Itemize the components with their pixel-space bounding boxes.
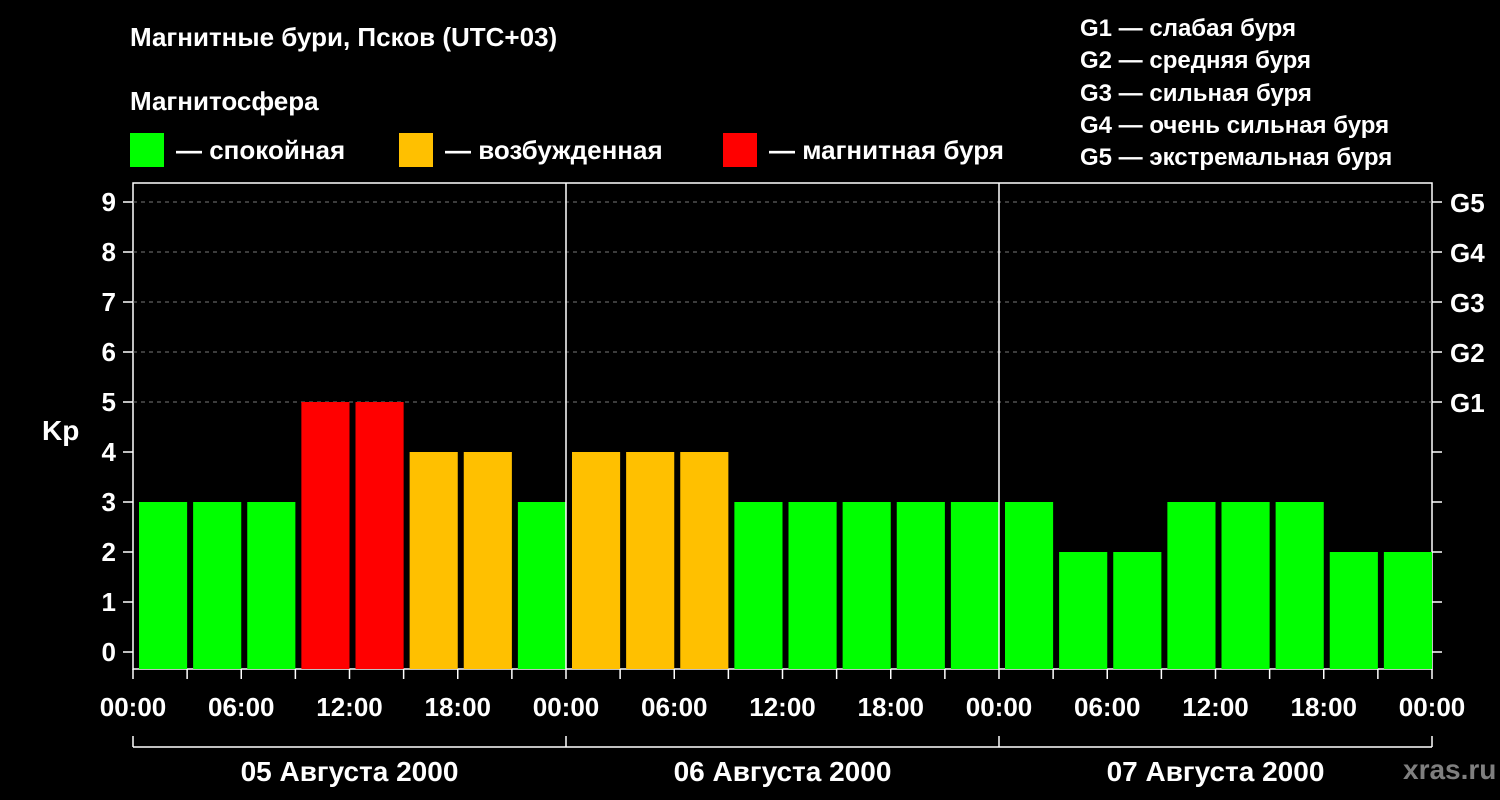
kp-bar: [1059, 552, 1108, 669]
kp-bar: [517, 502, 566, 669]
g-scale-label: G1: [1450, 388, 1485, 418]
x-tick-label: 00:00: [966, 692, 1033, 722]
x-tick-label: 12:00: [749, 692, 816, 722]
g-scale-label: G5: [1450, 188, 1485, 218]
y-tick-label: 2: [102, 537, 116, 567]
g-scale-label: G2: [1450, 338, 1485, 368]
y-tick-label: 7: [102, 287, 116, 317]
x-tick-label: 06:00: [1074, 692, 1141, 722]
kp-bar: [193, 502, 242, 669]
kp-bar: [409, 452, 458, 669]
kp-bar: [247, 502, 296, 669]
kp-bar: [626, 452, 675, 669]
x-tick-label: 00:00: [533, 692, 600, 722]
y-tick-label: 8: [102, 237, 116, 267]
x-tick-label: 18:00: [425, 692, 492, 722]
g-scale-label: G3: [1450, 288, 1485, 318]
kp-bar: [1005, 502, 1054, 669]
kp-bar: [301, 402, 350, 669]
day-label: 05 Августа 2000: [241, 756, 459, 787]
day-label: 07 Августа 2000: [1107, 756, 1325, 787]
x-tick-label: 00:00: [100, 692, 167, 722]
x-tick-label: 06:00: [641, 692, 708, 722]
g-scale-label: G4: [1450, 238, 1485, 268]
x-tick-label: 18:00: [1291, 692, 1358, 722]
kp-bar: [1275, 502, 1324, 669]
kp-bar: [355, 402, 404, 669]
kp-bar: [1167, 502, 1216, 669]
day-label: 06 Августа 2000: [674, 756, 892, 787]
kp-bar: [1113, 552, 1162, 669]
kp-bar: [680, 452, 729, 669]
kp-bar: [1329, 552, 1378, 669]
y-tick-label: 0: [102, 637, 116, 667]
kp-bar: [1383, 552, 1432, 669]
x-tick-label: 12:00: [1182, 692, 1249, 722]
y-axis-label: Kp: [42, 415, 79, 446]
kp-bar: [572, 452, 621, 669]
x-tick-label: 06:00: [208, 692, 275, 722]
x-tick-label: 12:00: [316, 692, 383, 722]
site-credit: xras.ru: [1403, 754, 1497, 785]
y-tick-label: 1: [102, 587, 116, 617]
y-tick-label: 5: [102, 387, 116, 417]
kp-bar: [463, 452, 512, 669]
kp-bar: [788, 502, 837, 669]
kp-bar: [896, 502, 945, 669]
y-tick-label: 9: [102, 187, 116, 217]
kp-bar: [139, 502, 188, 669]
kp-bar: [950, 502, 999, 669]
kp-bar: [1221, 502, 1270, 669]
kp-bar: [842, 502, 891, 669]
kp-chart: 0 1 2 3 4 5 6 7 8 9 G1 G2 G3 G4 G5 Kp 00:00 06:00 12:00 18:…: [42, 182, 1485, 787]
kp-bar: [734, 502, 783, 669]
y-tick-label: 6: [102, 337, 116, 367]
y-tick-label: 3: [102, 487, 116, 517]
y-tick-label: 4: [102, 437, 117, 467]
x-tick-label: 18:00: [858, 692, 925, 722]
x-tick-label: 00:00: [1399, 692, 1466, 722]
